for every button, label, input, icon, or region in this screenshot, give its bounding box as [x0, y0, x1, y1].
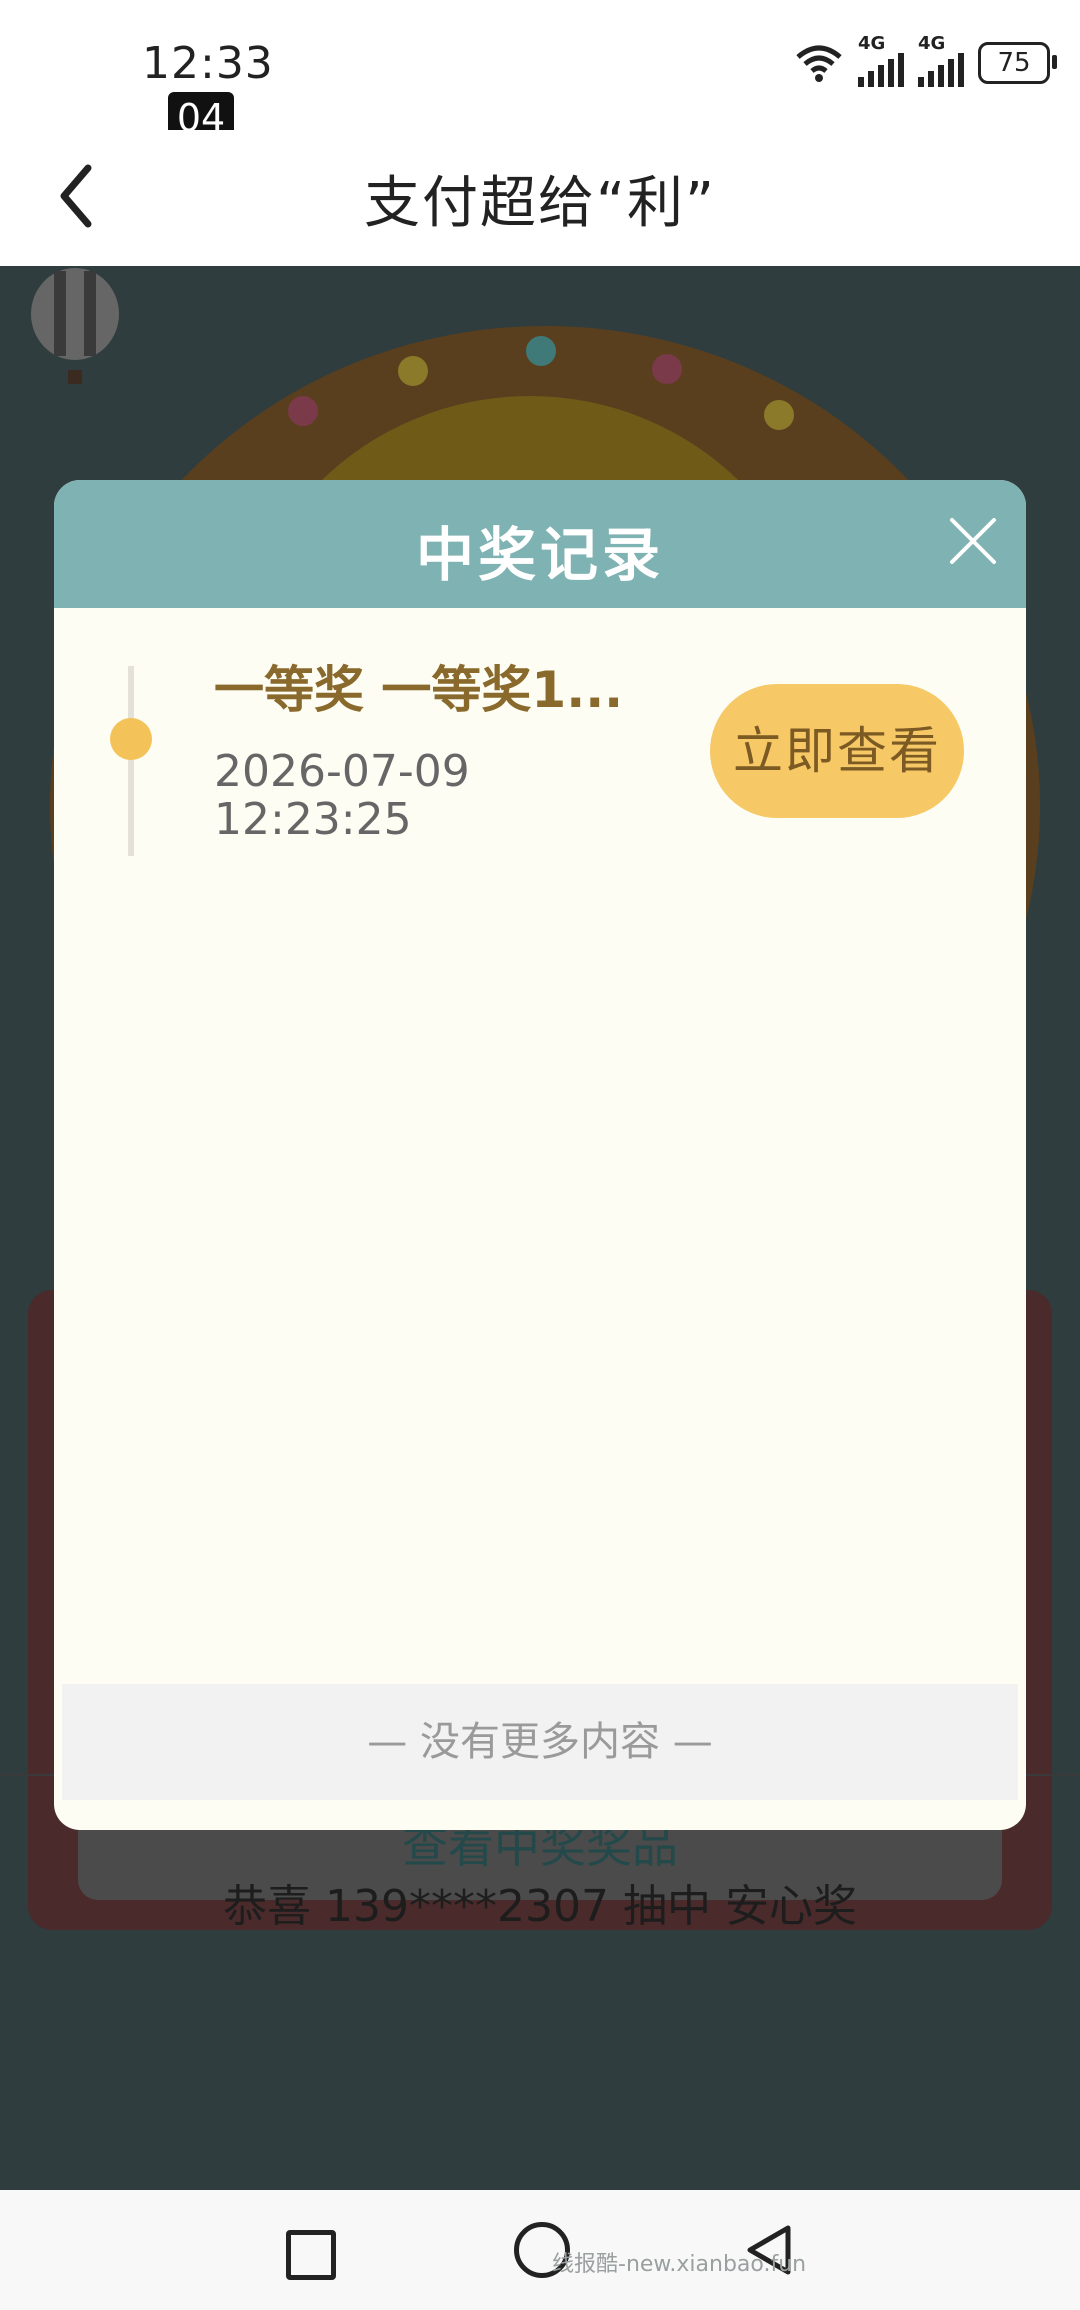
status-time: 12:33: [142, 38, 274, 89]
page-title: 支付超给“利”: [363, 171, 717, 236]
bulb-icon: [526, 336, 556, 366]
record-title: 一等奖 一等奖1...: [214, 661, 624, 719]
network-label-1: 4G: [858, 33, 886, 54]
status-icons: 4G 4G 75: [794, 33, 1057, 88]
view-now-button[interactable]: 立即查看: [710, 684, 964, 818]
watermark-text: 线报酷-new.xianbao.fun: [552, 2252, 807, 2277]
recent-apps-icon[interactable]: [286, 2230, 336, 2280]
record-item: 一等奖 一等奖1... 2026-07-09 12:23:25 立即查看: [54, 608, 1026, 856]
signal-icon-1: 4G: [858, 33, 904, 87]
bulb-icon: [652, 354, 682, 384]
bulb-icon: [288, 396, 318, 426]
status-bar: 12:33 04 4G 4G 75: [0, 0, 1080, 144]
close-icon[interactable]: [946, 514, 1000, 568]
page-header: 支付超给“利”: [0, 130, 1080, 266]
system-nav-bar: [0, 2190, 1080, 2310]
record-datetime: 2026-07-09 12:23:25: [214, 748, 470, 844]
bulb-icon: [398, 356, 428, 386]
timeline-dot: [110, 718, 152, 760]
battery-icon: 75: [978, 42, 1057, 84]
network-label-2: 4G: [918, 33, 946, 54]
balloon-icon: [31, 268, 119, 384]
no-more-content: — 没有更多内容 —: [62, 1684, 1018, 1800]
modal-title: 中奖记录: [415, 521, 664, 589]
bulb-icon: [764, 400, 794, 430]
prize-records-modal: 中奖记录 一等奖 一等奖1... 2026-07-09 12:23:25 立即查…: [54, 480, 1026, 1830]
record-date: 2026-07-09: [214, 746, 470, 797]
winner-announcement: 恭喜 139****2307 抽中 安心奖: [223, 1881, 857, 1932]
wifi-icon: [796, 45, 842, 82]
record-time: 12:23:25: [214, 794, 412, 845]
timeline-line: [128, 666, 134, 856]
modal-header: 中奖记录: [54, 480, 1026, 608]
signal-icon-2: 4G: [918, 33, 964, 87]
